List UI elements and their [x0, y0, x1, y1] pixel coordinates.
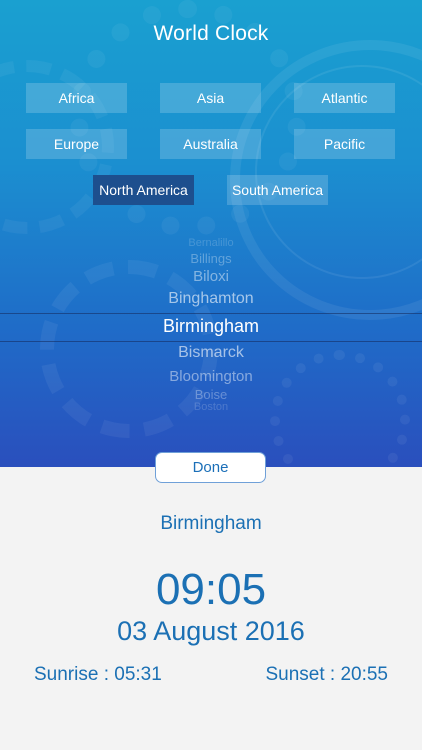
selected-city-label: Birmingham — [160, 513, 262, 534]
local-date: 03 August 2016 — [117, 616, 305, 646]
picker-item[interactable]: Bloomington — [0, 368, 422, 385]
picker-item[interactable]: Bernalillo — [0, 237, 422, 249]
picker-item[interactable]: Billings — [0, 251, 422, 266]
picker-item[interactable]: Boise — [0, 387, 422, 402]
region-pacific-button[interactable]: Pacific — [294, 129, 395, 159]
picker-selection-line-bottom — [0, 341, 422, 342]
picker-selection-line-top — [0, 313, 422, 314]
picker-item[interactable]: Bismarck — [0, 344, 422, 362]
region-north-america-button[interactable]: North America — [93, 175, 194, 205]
region-atlantic-button[interactable]: Atlantic — [294, 83, 395, 113]
picker-item[interactable]: Boston — [0, 401, 422, 413]
local-time: 09:05 — [155, 565, 267, 614]
region-south-america-button[interactable]: South America — [227, 175, 328, 205]
region-australia-button[interactable]: Australia — [160, 129, 261, 159]
picker-item-selected[interactable]: Birmingham — [0, 316, 422, 337]
sunset-time: Sunset : 20:55 — [265, 664, 388, 685]
picker-item[interactable]: Biloxi — [0, 268, 422, 285]
picker-item[interactable]: Binghamton — [0, 290, 422, 308]
done-button[interactable]: Done — [155, 452, 266, 483]
region-asia-button[interactable]: Asia — [160, 83, 261, 113]
region-africa-button[interactable]: Africa — [26, 83, 127, 113]
region-europe-button[interactable]: Europe — [26, 129, 127, 159]
page-title: World Clock — [153, 22, 269, 45]
picker-panel: World Clock Africa Asia Atlantic Europe … — [0, 0, 422, 467]
sunrise-time: Sunrise : 05:31 — [34, 664, 162, 685]
